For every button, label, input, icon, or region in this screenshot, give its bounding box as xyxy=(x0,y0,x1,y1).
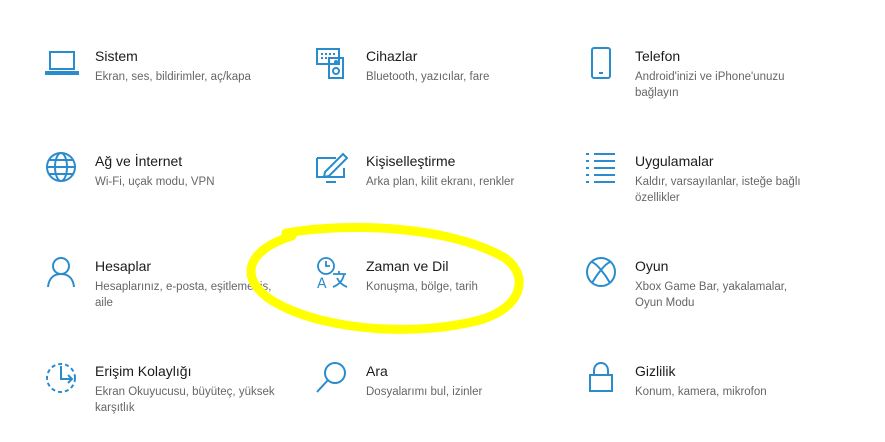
tile-description: Xbox Game Bar, yakalamalar, Oyun Modu xyxy=(635,281,788,309)
personalization-icon xyxy=(316,152,352,188)
tile-description: Ekran Okuyucusu, büyüteç, yüksek karşıtl… xyxy=(95,386,275,414)
tile-title: Oyun xyxy=(635,258,669,274)
devices-icon xyxy=(316,47,352,83)
tile-title: Kişiselleştirme xyxy=(366,153,456,169)
tile-zaman-ve-dil[interactable]: A Zaman ve Dil Konuşma, bölge, tarih xyxy=(316,257,566,337)
tile-cihazlar[interactable]: Cihazlar Bluetooth, yazıcılar, fare xyxy=(316,47,566,127)
tile-title: Zaman ve Dil xyxy=(366,258,449,274)
ease-of-access-icon xyxy=(45,362,81,398)
tile-title: Sistem xyxy=(95,48,138,64)
svg-text:A: A xyxy=(317,276,327,292)
tile-title: Gizlilik xyxy=(635,363,676,379)
tile-description: Bluetooth, yazıcılar, fare xyxy=(366,71,490,83)
lock-icon xyxy=(585,362,621,398)
tile-erisim-kolayligi[interactable]: Erişim Kolaylığı Ekran Okuyucusu, büyüte… xyxy=(45,362,295,442)
phone-icon xyxy=(585,47,621,83)
apps-list-icon xyxy=(585,152,621,188)
tile-title: Ağ ve İnternet xyxy=(95,153,183,169)
tile-description: Android'inizi ve iPhone'unuzu bağlayın xyxy=(635,71,785,99)
tile-ara[interactable]: Ara Dosyalarımı bul, izinler xyxy=(316,362,566,442)
xbox-icon xyxy=(585,257,621,293)
tile-description: Arka plan, kilit ekranı, renkler xyxy=(366,176,515,188)
tile-telefon[interactable]: Telefon Android'inizi ve iPhone'unuzu ba… xyxy=(585,47,835,127)
tile-description: Konuşma, bölge, tarih xyxy=(366,281,478,293)
tile-title: Telefon xyxy=(635,48,681,64)
tile-kisisellestirme[interactable]: Kişiselleştirme Arka plan, kilit ekranı,… xyxy=(316,152,566,232)
tile-ag-ve-internet[interactable]: Ağ ve İnternet Wi-Fi, uçak modu, VPN xyxy=(45,152,295,232)
tile-oyun[interactable]: Oyun Xbox Game Bar, yakalamalar, Oyun Mo… xyxy=(585,257,835,337)
tile-description: Ekran, ses, bildirimler, aç/kapa xyxy=(95,71,251,83)
tile-title: Ara xyxy=(366,363,388,379)
tile-title: Uygulamalar xyxy=(635,153,714,169)
tile-gizlilik[interactable]: Gizlilik Konum, kamera, mikrofon xyxy=(585,362,835,442)
time-language-icon: A xyxy=(316,257,352,293)
tile-title: Erişim Kolaylığı xyxy=(95,363,192,379)
tile-description: Wi-Fi, uçak modu, VPN xyxy=(95,176,215,188)
tile-sistem[interactable]: Sistem Ekran, ses, bildirimler, aç/kapa xyxy=(45,47,295,127)
tile-description: Dosyalarımı bul, izinler xyxy=(366,386,483,398)
search-icon xyxy=(316,362,352,398)
tile-title: Cihazlar xyxy=(366,48,418,64)
tile-description: Kaldır, varsayılanlar, isteğe bağlı özel… xyxy=(635,176,801,204)
tile-hesaplar[interactable]: Hesaplar Hesaplarınız, e-posta, eşitleme… xyxy=(45,257,295,337)
tile-description: Konum, kamera, mikrofon xyxy=(635,386,767,398)
globe-icon xyxy=(45,152,81,188)
laptop-icon xyxy=(45,47,81,83)
person-icon xyxy=(45,257,81,293)
tile-description: Hesaplarınız, e-posta, eşitleme, iş, ail… xyxy=(95,281,272,309)
tile-uygulamalar[interactable]: Uygulamalar Kaldır, varsayılanlar, isteğ… xyxy=(585,152,835,232)
tile-title: Hesaplar xyxy=(95,258,152,274)
